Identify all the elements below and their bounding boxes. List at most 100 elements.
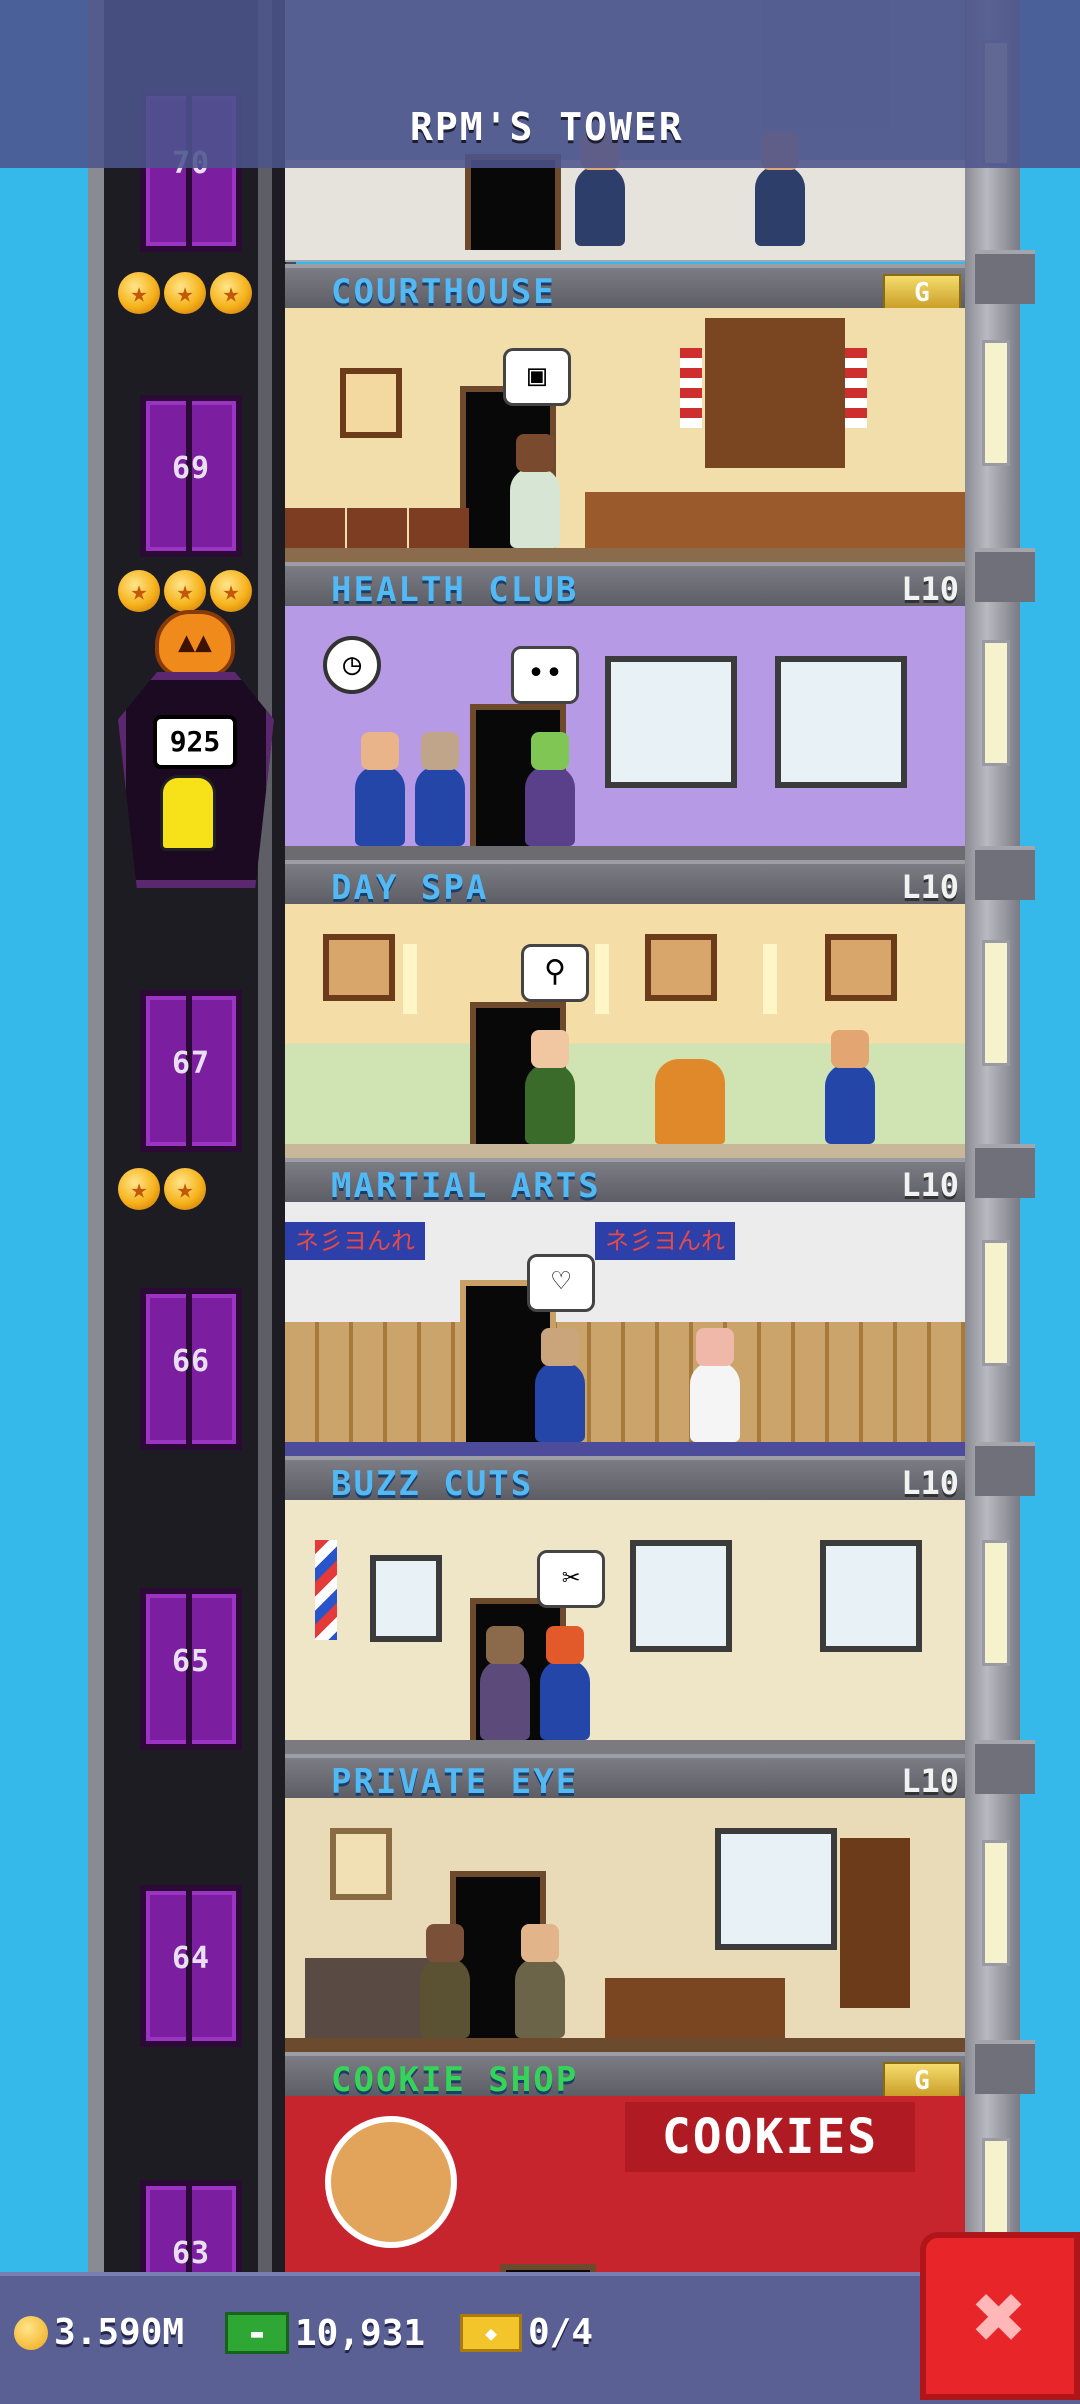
floor-sign: PRIVATE EYE L10 xyxy=(285,1754,965,1802)
floor-sign: BUZZ CUTS L10 xyxy=(285,1456,965,1504)
floor-door xyxy=(465,154,561,250)
floor-level: L10 xyxy=(901,1166,959,1204)
wall-notch xyxy=(975,1740,1035,1794)
wall-notch xyxy=(975,2040,1035,2094)
floor-sign: DAY SPA L10 xyxy=(285,860,965,908)
floor-name: HEALTH CLUB xyxy=(331,570,579,610)
floor-ground xyxy=(285,548,965,562)
lamp xyxy=(595,944,609,1014)
floor-name: DAY SPA xyxy=(331,868,489,908)
person[interactable] xyxy=(480,1626,530,1740)
floor-ground xyxy=(285,1740,965,1754)
lamp xyxy=(403,944,417,1014)
clock-icon: ◷ xyxy=(323,636,381,694)
person[interactable] xyxy=(755,132,805,246)
wall-notch xyxy=(975,1442,1035,1496)
framed-document xyxy=(340,368,402,438)
floor-ground xyxy=(285,2038,965,2052)
star-icon: ★ xyxy=(164,570,206,612)
elevator-floor-number: 65 xyxy=(171,1644,211,1679)
floor-ground xyxy=(285,1442,965,1456)
flag-icon xyxy=(845,348,867,428)
lamp xyxy=(763,944,777,1014)
person[interactable] xyxy=(515,1924,565,2038)
floor-name: MARTIAL ARTS xyxy=(331,1166,601,1206)
floor-stars: ★ ★ xyxy=(118,1168,206,1210)
person[interactable] xyxy=(420,1924,470,2038)
floor-sign: HEALTH CLUB L10 xyxy=(285,562,965,610)
floor-stars: ★ ★ ★ xyxy=(118,570,252,612)
coins-display[interactable]: 3.590M xyxy=(14,2312,184,2353)
person[interactable] xyxy=(415,732,465,846)
speech-bubble[interactable]: ♡ xyxy=(527,1254,595,1312)
floor-sign: COOKIE SHOP G xyxy=(285,2052,965,2100)
floor-level: L10 xyxy=(901,868,959,906)
person[interactable] xyxy=(510,434,560,548)
person[interactable] xyxy=(355,732,405,846)
person[interactable] xyxy=(540,1626,590,1740)
person[interactable] xyxy=(525,1030,575,1144)
barber-pole-icon xyxy=(315,1540,337,1640)
wall-notch xyxy=(975,1144,1035,1198)
floor-day-spa[interactable]: DAY SPA L10 ⚲ xyxy=(285,860,965,1158)
tickets-display[interactable]: ◆ 0/4 xyxy=(460,2312,593,2353)
floor-cookie-shop[interactable]: COOKIE SHOP G COOKIES xyxy=(285,2052,965,2280)
chair xyxy=(347,508,407,548)
coins-value: 3.590M xyxy=(54,2312,185,2353)
floor-name: COOKIE SHOP xyxy=(331,2060,579,2100)
wall-light xyxy=(982,1840,1010,1966)
floor-badge: G xyxy=(883,274,961,312)
floor-level: L10 xyxy=(901,1464,959,1502)
floor-courthouse[interactable]: COURTHOUSE G ▣ xyxy=(285,264,965,562)
elevator-car-64[interactable]: 64 xyxy=(140,1885,242,2047)
speech-bubble[interactable]: •• xyxy=(511,646,579,704)
speech-bubble[interactable]: ✂ xyxy=(537,1550,605,1608)
floor-martial-arts[interactable]: MARTIAL ARTS L10 ネ彡ヨんれ ネ彡ヨんれ ♡ xyxy=(285,1158,965,1456)
floor-private-eye[interactable]: PRIVATE EYE L10 xyxy=(285,1754,965,2052)
floor-health-club[interactable]: HEALTH CLUB L10 ◷ •• xyxy=(285,562,965,860)
courtroom-desk xyxy=(585,492,965,552)
person[interactable] xyxy=(825,1030,875,1144)
elevator-rail xyxy=(258,0,272,2280)
floor-buzz-cuts[interactable]: BUZZ CUTS L10 ✂ xyxy=(285,1456,965,1754)
elevator-car-66[interactable]: 66 xyxy=(140,1288,242,1450)
person[interactable] xyxy=(575,132,625,246)
floor-stars: ★ ★ ★ xyxy=(118,272,252,314)
window xyxy=(605,656,737,788)
floor-ground xyxy=(285,1144,965,1158)
tickets-value: 0/4 xyxy=(528,2312,594,2353)
wall-light xyxy=(982,940,1010,1066)
flag-icon xyxy=(680,348,702,428)
banner: ネ彡ヨんれ xyxy=(285,1222,425,1260)
bux-display[interactable]: ▬ 10,931 xyxy=(225,2312,425,2354)
chair xyxy=(409,508,469,548)
star-icon: ★ xyxy=(118,1168,160,1210)
ticket-icon: ◆ xyxy=(460,2313,522,2352)
elevator-floor-number: 63 xyxy=(171,2236,211,2271)
bookshelf xyxy=(840,1838,910,2008)
elevator-rider-badge: 925 xyxy=(153,715,237,769)
close-icon: ✖ xyxy=(972,2265,1028,2370)
close-button[interactable]: ✖ xyxy=(920,2232,1080,2400)
floor-level: L10 xyxy=(901,570,959,608)
person[interactable] xyxy=(525,732,575,846)
framed-picture xyxy=(645,934,717,1001)
speech-bubble[interactable]: ⚲ xyxy=(521,944,589,1002)
floor-name: COURTHOUSE xyxy=(331,272,556,312)
person[interactable] xyxy=(690,1328,740,1442)
wall-light xyxy=(982,340,1010,466)
elevator-car-69[interactable]: 69 xyxy=(140,395,242,557)
star-icon: ★ xyxy=(164,272,206,314)
speech-bubble[interactable]: ▣ xyxy=(503,348,571,406)
pumpkin-icon: ▲▲ xyxy=(155,610,235,678)
floor-ground xyxy=(285,846,965,860)
bux-value: 10,931 xyxy=(295,2312,426,2354)
status-bar: 3.590M ▬ 10,931 ◆ 0/4 xyxy=(0,2272,1080,2404)
elevator-car-65[interactable]: 65 xyxy=(140,1588,242,1750)
dojo-wall xyxy=(285,1322,965,1442)
window xyxy=(775,656,907,788)
elevator-car-67[interactable]: 67 xyxy=(140,990,242,1152)
person[interactable] xyxy=(535,1328,585,1442)
elevator-rider[interactable] xyxy=(160,775,216,851)
spa-chair xyxy=(655,1059,725,1144)
